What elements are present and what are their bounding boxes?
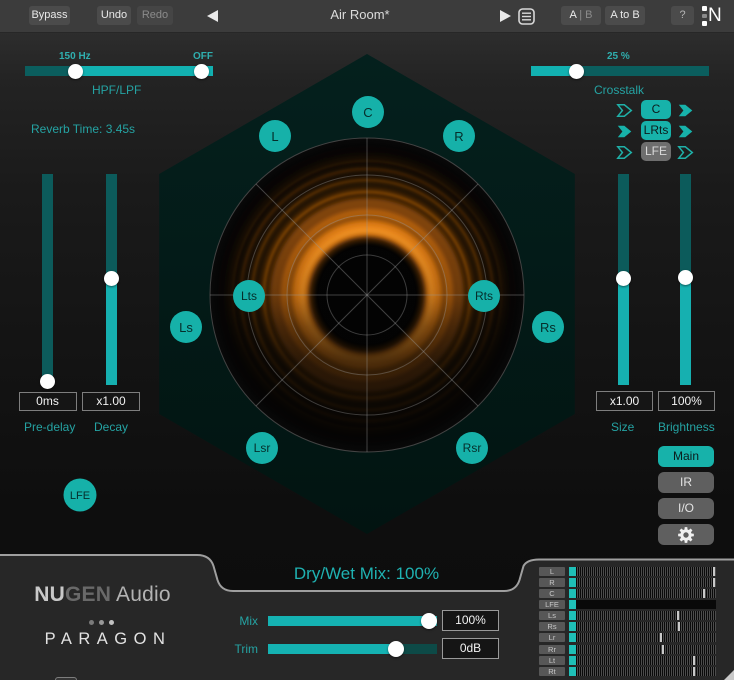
- svg-text:Rts: Rts: [475, 289, 493, 303]
- svg-text:LFE: LFE: [70, 490, 90, 502]
- svg-text:Rs: Rs: [540, 320, 556, 335]
- svg-text:Ls: Ls: [179, 320, 193, 335]
- svg-text:Rsr: Rsr: [463, 441, 482, 455]
- svg-text:Lsr: Lsr: [254, 441, 271, 455]
- svg-text:R: R: [454, 129, 463, 144]
- svg-text:Lts: Lts: [241, 289, 257, 303]
- svg-text:C: C: [363, 105, 372, 120]
- svg-text:L: L: [271, 129, 278, 144]
